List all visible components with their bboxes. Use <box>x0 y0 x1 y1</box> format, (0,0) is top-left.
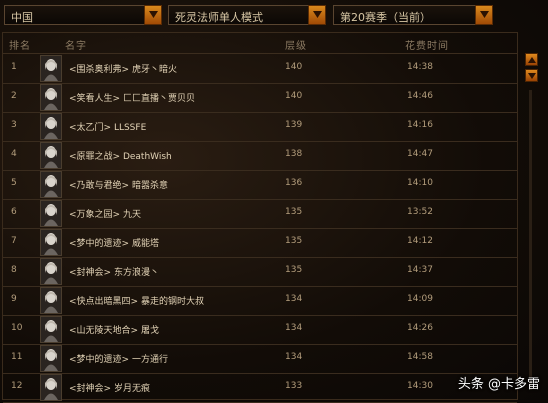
row-player-name[interactable]: <万象之园> 九天 <box>69 207 141 220</box>
row-level: 135 <box>285 207 303 217</box>
row-player-name[interactable]: <围杀奥利弗> 虎牙丶暗火 <box>69 62 177 75</box>
table-row[interactable]: 6 <万象之园> 九天 135 13:52 <box>3 199 517 229</box>
column-header-name[interactable]: 名字 <box>65 37 87 52</box>
row-level: 140 <box>285 91 303 101</box>
table-row[interactable]: 3 <太乙门> LLSSFE 139 14:16 <box>3 112 517 142</box>
necromancer-portrait-icon <box>40 345 62 372</box>
necromancer-portrait-icon <box>40 316 62 343</box>
row-rank: 3 <box>11 120 17 130</box>
row-time: 14:38 <box>407 62 433 72</box>
row-time: 14:26 <box>407 323 433 333</box>
column-header-rank[interactable]: 排名 <box>9 37 31 52</box>
table-header: 排名 名字 层级 花费时间 <box>3 33 517 54</box>
mode-dropdown-label: 死灵法师单人模式 <box>175 11 263 24</box>
row-time: 14:16 <box>407 120 433 130</box>
row-time: 14:37 <box>407 265 433 275</box>
table-row[interactable]: 4 <原罪之战> DeathWish 138 14:47 <box>3 141 517 171</box>
row-level: 134 <box>285 323 303 333</box>
region-dropdown-label: 中国 <box>11 11 33 24</box>
table-row[interactable]: 8 <封神会> 东方浪漫丶 135 14:37 <box>3 257 517 287</box>
row-level: 136 <box>285 178 303 188</box>
row-time: 14:10 <box>407 178 433 188</box>
row-rank: 11 <box>11 352 23 362</box>
row-rank: 1 <box>11 62 17 72</box>
chevron-down-icon[interactable] <box>308 5 326 25</box>
table-row[interactable]: 9 <快点出暗黑四> 暴走的钢时大叔 134 14:09 <box>3 286 517 316</box>
row-player-name[interactable]: <梦中的遗迹> 一方通行 <box>69 352 168 365</box>
row-time: 14:46 <box>407 91 433 101</box>
table-row[interactable]: 5 <乃敢与君绝> 暗嚣杀意 136 14:10 <box>3 170 517 200</box>
row-player-name[interactable]: <快点出暗黑四> 暴走的钢时大叔 <box>69 294 204 307</box>
season-dropdown-label: 第20赛季（当前） <box>340 11 431 24</box>
necromancer-portrait-icon <box>40 142 62 169</box>
table-row[interactable]: 10 <山无陵天地合> 屠戈 134 14:26 <box>3 315 517 345</box>
watermark: 头条 @卡多雷 <box>457 377 540 392</box>
row-rank: 12 <box>11 381 23 391</box>
row-time: 13:52 <box>407 207 433 217</box>
row-player-name[interactable]: <封神会> 东方浪漫丶 <box>69 265 159 278</box>
necromancer-portrait-icon <box>40 113 62 140</box>
leaderboard-table: 排名 名字 层级 花费时间 1 <围杀奥利弗> 虎牙丶暗火 140 14:38 2 <笑看… <box>2 32 518 403</box>
row-rank: 7 <box>11 236 17 246</box>
row-rank: 10 <box>11 323 23 333</box>
column-header-level[interactable]: 层级 <box>285 37 307 52</box>
row-rank: 9 <box>11 294 17 304</box>
chevron-down-icon[interactable] <box>475 5 493 25</box>
row-time: 14:58 <box>407 352 433 362</box>
row-level: 140 <box>285 62 303 72</box>
necromancer-portrait-icon <box>40 84 62 111</box>
necromancer-portrait-icon <box>40 258 62 285</box>
row-time: 14:12 <box>407 236 433 246</box>
row-rank: 6 <box>11 207 17 217</box>
row-rank: 5 <box>11 178 17 188</box>
row-level: 135 <box>285 236 303 246</box>
row-time: 14:30 <box>407 381 433 391</box>
row-level: 138 <box>285 149 303 159</box>
row-level: 134 <box>285 352 303 362</box>
necromancer-portrait-icon <box>40 374 62 401</box>
row-player-name[interactable]: <梦中的遗迹> 威能塔 <box>69 236 159 249</box>
row-player-name[interactable]: <太乙门> LLSSFE <box>69 120 146 133</box>
region-dropdown[interactable]: 中国 <box>4 5 162 25</box>
table-row[interactable]: 7 <梦中的遗迹> 威能塔 135 14:12 <box>3 228 517 258</box>
column-header-time[interactable]: 花费时间 <box>405 37 449 52</box>
row-level: 135 <box>285 265 303 275</box>
mode-dropdown[interactable]: 死灵法师单人模式 <box>168 5 326 25</box>
table-row[interactable]: 1 <围杀奥利弗> 虎牙丶暗火 140 14:38 <box>3 54 517 84</box>
row-rank: 2 <box>11 91 17 101</box>
scroll-track[interactable] <box>529 90 532 390</box>
row-player-name[interactable]: <原罪之战> DeathWish <box>69 149 172 162</box>
row-rank: 4 <box>11 149 17 159</box>
arrow-down-icon[interactable] <box>525 69 538 82</box>
table-row[interactable]: 12 <封神会> 岁月无痕 133 14:30 <box>3 373 517 403</box>
filter-bar: 中国 死灵法师单人模式 第20赛季（当前） <box>0 0 548 30</box>
table-row[interactable]: 2 <笑看人生> 匚匚直播丶贾贝贝 140 14:46 <box>3 83 517 113</box>
chevron-down-icon[interactable] <box>144 5 162 25</box>
row-time: 14:09 <box>407 294 433 304</box>
row-level: 139 <box>285 120 303 130</box>
season-dropdown[interactable]: 第20赛季（当前） <box>333 5 493 25</box>
necromancer-portrait-icon <box>40 200 62 227</box>
row-player-name[interactable]: <封神会> 岁月无痕 <box>69 381 150 394</box>
row-time: 14:47 <box>407 149 433 159</box>
row-player-name[interactable]: <笑看人生> 匚匚直播丶贾贝贝 <box>69 91 195 104</box>
necromancer-portrait-icon <box>40 55 62 82</box>
necromancer-portrait-icon <box>40 287 62 314</box>
necromancer-portrait-icon <box>40 229 62 256</box>
row-level: 134 <box>285 294 303 304</box>
arrow-up-icon[interactable] <box>525 53 538 66</box>
scrollbar[interactable] <box>522 50 540 395</box>
row-player-name[interactable]: <山无陵天地合> 屠戈 <box>69 323 159 336</box>
row-rank: 8 <box>11 265 17 275</box>
row-level: 133 <box>285 381 303 391</box>
table-row[interactable]: 11 <梦中的遗迹> 一方通行 134 14:58 <box>3 344 517 374</box>
necromancer-portrait-icon <box>40 171 62 198</box>
row-player-name[interactable]: <乃敢与君绝> 暗嚣杀意 <box>69 178 168 191</box>
